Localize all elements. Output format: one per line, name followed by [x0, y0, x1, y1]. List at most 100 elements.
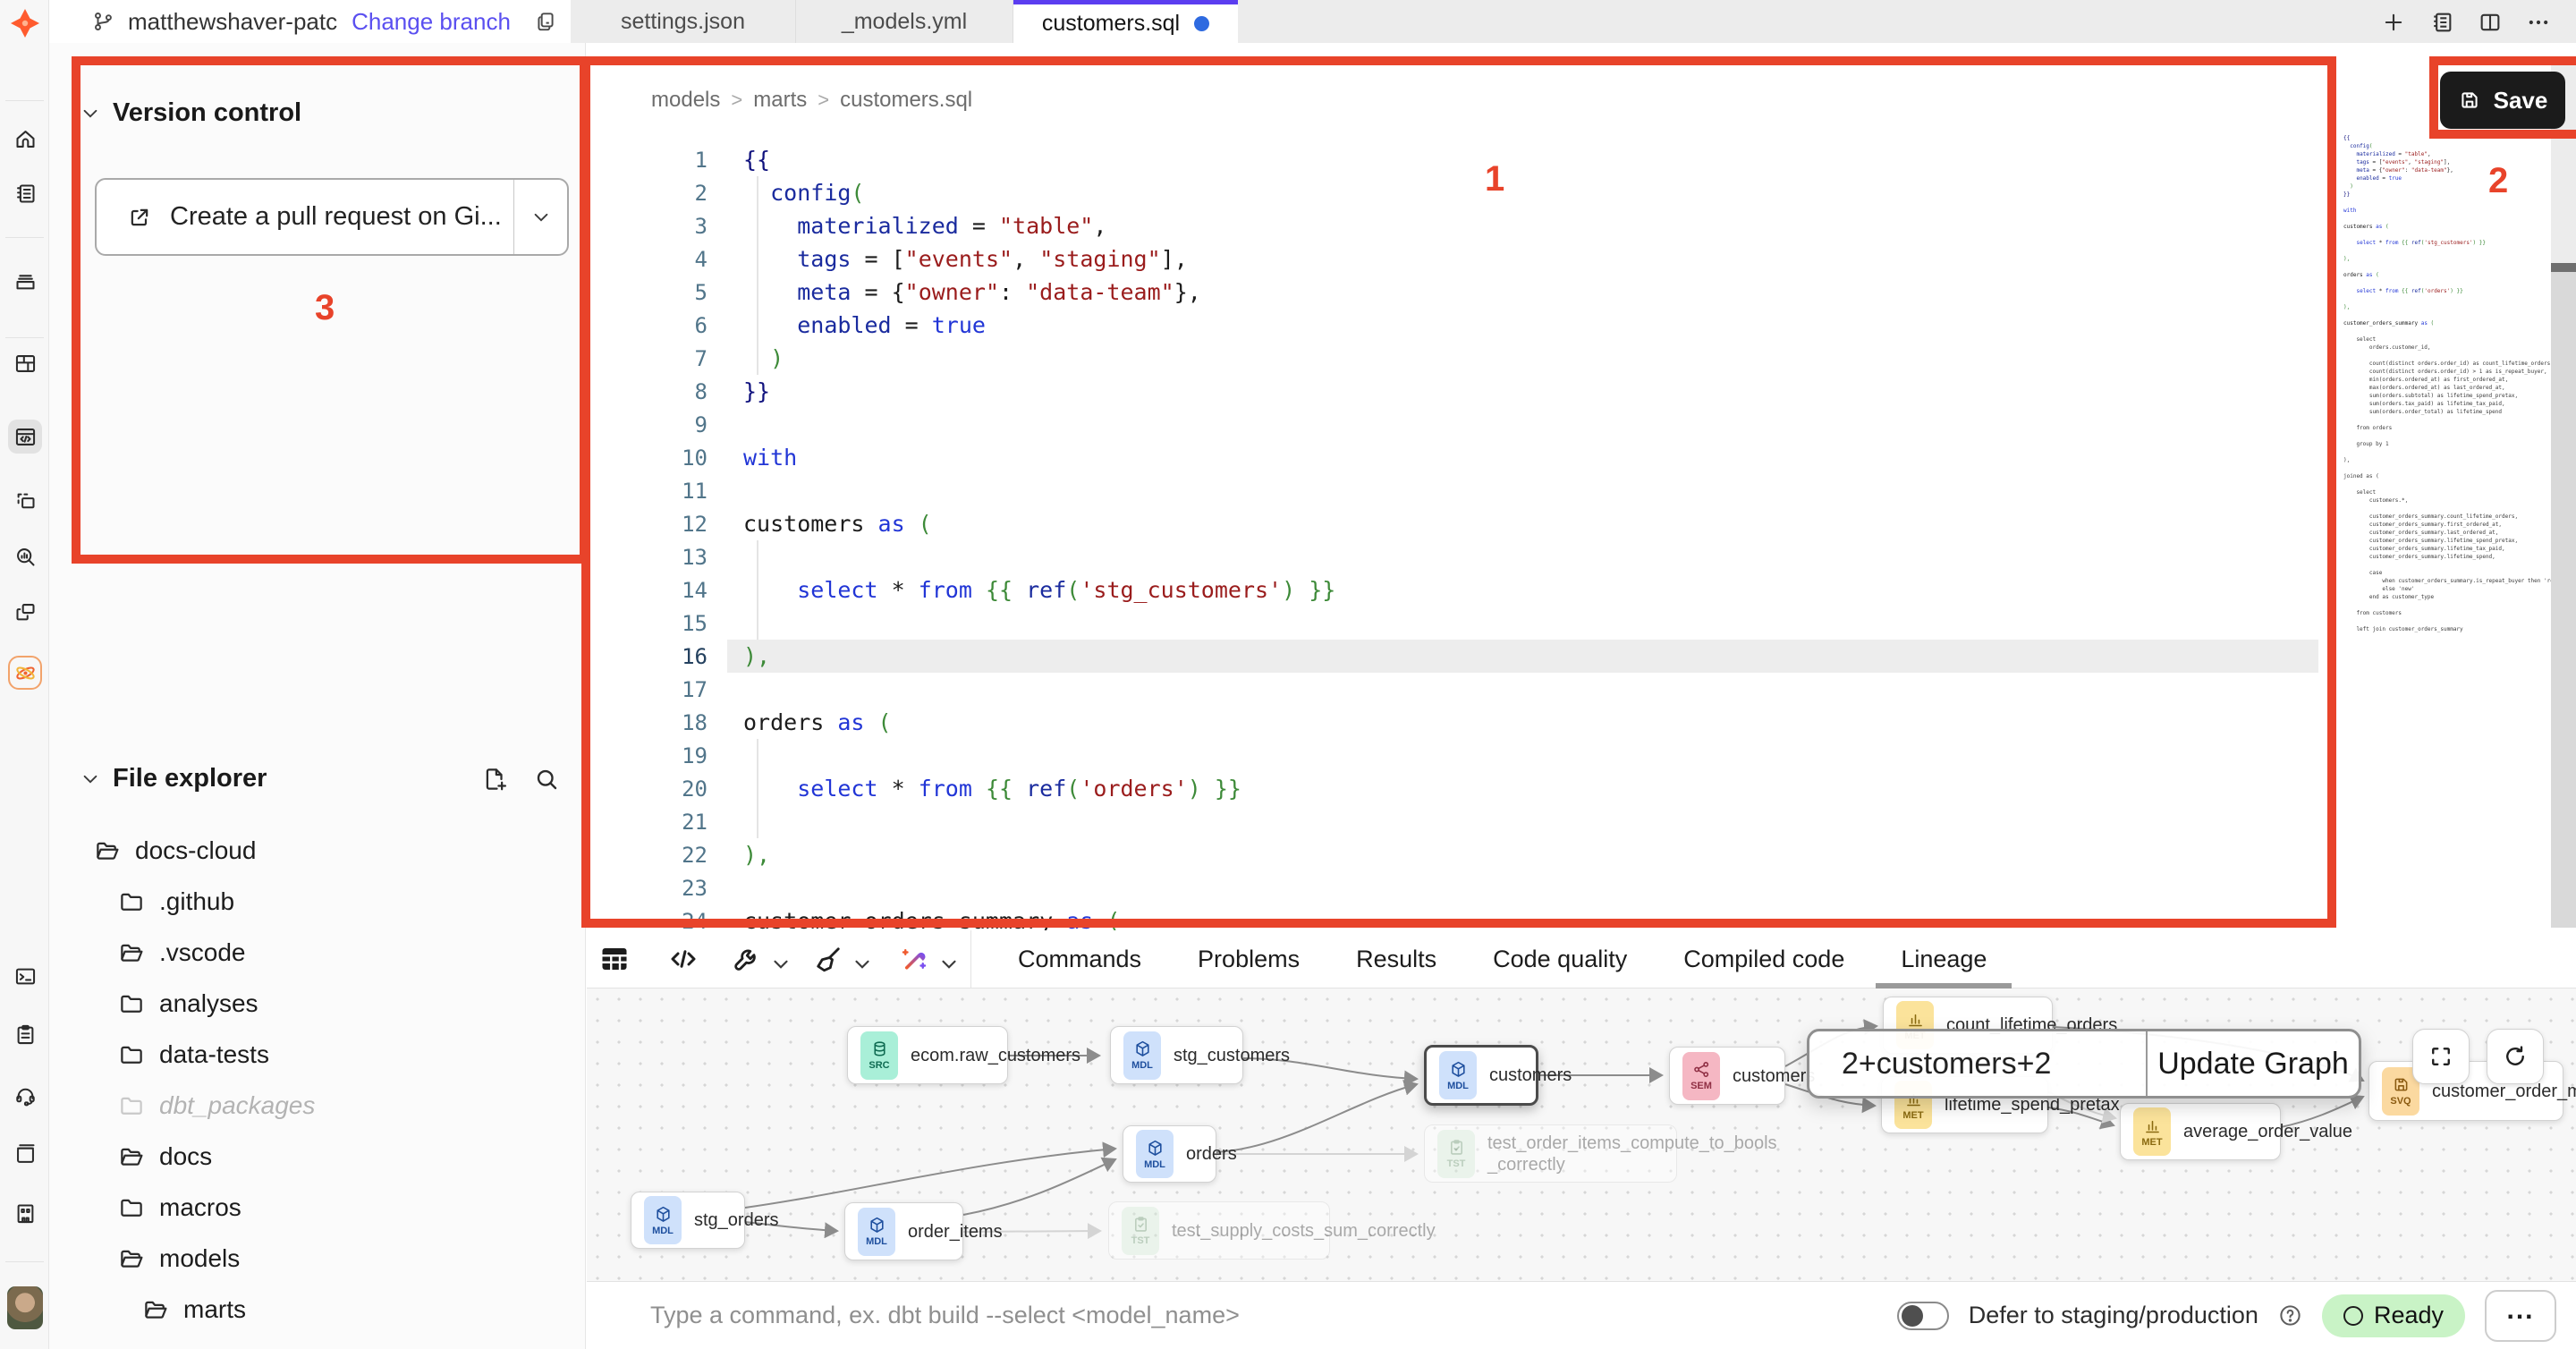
help-icon[interactable]: [2278, 1303, 2302, 1328]
bottom-tab-problems[interactable]: Problems: [1198, 930, 1300, 988]
update-graph-button[interactable]: Update Graph: [2146, 1031, 2359, 1096]
refresh-button[interactable]: [2487, 1029, 2544, 1084]
rail-item-home[interactable]: [8, 122, 42, 156]
bottom-tab-commands[interactable]: Commands: [1018, 930, 1141, 988]
bottom-tab-code-quality[interactable]: Code quality: [1493, 930, 1627, 988]
code-line[interactable]: 9: [587, 408, 2576, 441]
bottom-tab-results[interactable]: Results: [1356, 930, 1436, 988]
tree-item-data-tests[interactable]: data-tests: [118, 1035, 269, 1074]
code-line[interactable]: 18orders as (: [587, 706, 2576, 739]
save-button[interactable]: Save: [2440, 72, 2565, 129]
lineage-node-stg-orders[interactable]: MDLstg_orders: [631, 1192, 745, 1249]
lineage-node-test-order-items[interactable]: TSTtest_order_items_compute_to_bools_cor…: [1424, 1124, 1677, 1183]
rail-item-copilot[interactable]: [8, 656, 42, 690]
code-line[interactable]: 22),: [587, 838, 2576, 871]
tree-item-docs-cloud[interactable]: docs-cloud: [94, 831, 256, 870]
code-line[interactable]: 3 materialized = "table",: [587, 209, 2576, 242]
code-line[interactable]: 14 select * from {{ ref('stg_customers')…: [587, 573, 2576, 607]
command-input[interactable]: Type a command, ex. dbt build --select <…: [650, 1302, 1240, 1329]
new-file-icon[interactable]: [481, 766, 508, 793]
chevron-down-icon[interactable]: [769, 948, 792, 980]
code-line[interactable]: 16),: [587, 640, 2576, 673]
rail-item-organization[interactable]: [8, 1196, 42, 1230]
code-line[interactable]: 20 select * from {{ ref('orders') }}: [587, 772, 2576, 805]
code-line[interactable]: 21: [587, 805, 2576, 838]
notebook-panel-icon[interactable]: [2429, 10, 2454, 35]
code-line[interactable]: 13: [587, 540, 2576, 573]
more-options-icon[interactable]: [2526, 10, 2551, 35]
rail-item-clipboard[interactable]: [8, 1017, 42, 1051]
more-actions-button[interactable]: ...: [2485, 1290, 2556, 1342]
tree-item-dbt_packages[interactable]: dbt_packages: [118, 1086, 315, 1125]
lineage-node-order-items[interactable]: MDLorder_items: [844, 1202, 963, 1260]
code-line[interactable]: 15: [587, 607, 2576, 640]
lineage-node-ecom-raw-customers[interactable]: SRCecom.raw_customers: [847, 1026, 1008, 1084]
rail-item-docs-book[interactable]: [8, 1136, 42, 1170]
tree-item--github[interactable]: .github: [118, 882, 234, 921]
lineage-node-customers-semantic[interactable]: SEMcustomers: [1669, 1047, 1785, 1105]
code-line[interactable]: 5 meta = {"owner": "data-team"},: [587, 276, 2576, 309]
bottom-tab-compiled-code[interactable]: Compiled code: [1683, 930, 1844, 988]
version-control-header[interactable]: Version control: [80, 98, 301, 128]
rail-item-notebook[interactable]: [8, 176, 42, 210]
branch-name[interactable]: matthewshaver-patc: [128, 8, 337, 36]
rail-item-drawer[interactable]: [8, 264, 42, 298]
lineage-selector-input[interactable]: 2+customers+2: [1809, 1031, 2146, 1096]
tree-item-analyses[interactable]: analyses: [118, 984, 258, 1023]
file-explorer-header[interactable]: File explorer: [80, 764, 267, 793]
copy-icon[interactable]: [534, 10, 557, 33]
format-broom-icon[interactable]: [812, 943, 844, 975]
create-pr-dropdown-button[interactable]: [513, 180, 567, 254]
chevron-down-icon[interactable]: [851, 948, 874, 980]
tab-customers-sql[interactable]: customers.sql: [1013, 0, 1238, 43]
code-line[interactable]: 17: [587, 673, 2576, 706]
rail-item-frame[interactable]: [8, 484, 42, 518]
code-line[interactable]: 8}}: [587, 375, 2576, 408]
lineage-node-average-order-value[interactable]: METaverage_order_value: [2120, 1103, 2281, 1160]
tab-settings-json[interactable]: settings.json: [571, 0, 796, 43]
tree-item-docs[interactable]: docs: [118, 1137, 212, 1176]
code-line[interactable]: 11: [587, 474, 2576, 507]
defer-toggle[interactable]: [1897, 1302, 1949, 1330]
lineage-node-customers-model[interactable]: MDLcustomers: [1424, 1045, 1538, 1106]
change-branch-link[interactable]: Change branch: [352, 8, 511, 36]
magic-pen-icon[interactable]: [898, 943, 930, 975]
code-editor[interactable]: models>marts>customers.sql 1{{2 config(3…: [587, 43, 2576, 930]
chevron-down-icon[interactable]: [937, 948, 961, 980]
code-line[interactable]: 1{{: [587, 143, 2576, 176]
create-pr-button[interactable]: Create a pull request on Gi...: [97, 180, 513, 254]
code-line[interactable]: 19: [587, 739, 2576, 772]
code-line[interactable]: 12customers as (: [587, 507, 2576, 540]
rail-item-search-insights[interactable]: [8, 539, 42, 573]
lineage-node-orders[interactable]: MDLorders: [1123, 1125, 1216, 1183]
code-line[interactable]: 10with: [587, 441, 2576, 474]
lineage-node-stg-customers[interactable]: MDLstg_customers: [1110, 1026, 1243, 1084]
tree-item--vscode[interactable]: .vscode: [118, 933, 246, 972]
lineage-panel[interactable]: SRCecom.raw_customers MDLstg_customers MDL…: [587, 988, 2576, 1281]
build-wrench-icon[interactable]: [731, 943, 763, 975]
split-view-icon[interactable]: [2478, 10, 2503, 35]
dbt-logo-icon[interactable]: [11, 9, 39, 38]
lineage-node-test-supply-costs[interactable]: TSTtest_supply_costs_sum_correctly: [1108, 1201, 1330, 1260]
code-line[interactable]: 4 tags = ["events", "staging"],: [587, 242, 2576, 276]
rail-item-dashboard[interactable]: [8, 346, 42, 380]
preview-table-icon[interactable]: [598, 943, 631, 975]
rail-item-headset[interactable]: [8, 1078, 42, 1112]
code-line[interactable]: 6 enabled = true: [587, 309, 2576, 342]
tree-item-models[interactable]: models: [118, 1239, 240, 1278]
tree-item-macros[interactable]: macros: [118, 1188, 242, 1227]
tab-_models-yml[interactable]: _models.yml: [796, 0, 1013, 43]
new-tab-plus-icon[interactable]: [2381, 10, 2406, 35]
fullscreen-button[interactable]: [2412, 1029, 2470, 1084]
code-line[interactable]: 23: [587, 871, 2576, 904]
code-line[interactable]: 2 config(: [587, 176, 2576, 209]
rail-item-terminal[interactable]: [8, 959, 42, 993]
tree-item-marts[interactable]: marts: [142, 1290, 246, 1329]
user-avatar[interactable]: [7, 1286, 43, 1329]
rail-item-code-editor[interactable]: [8, 420, 42, 454]
editor-scrollbar[interactable]: [2551, 56, 2576, 928]
code-line[interactable]: 7 ): [587, 342, 2576, 375]
search-icon[interactable]: [533, 766, 560, 793]
code-icon[interactable]: [667, 943, 699, 975]
bottom-tab-lineage[interactable]: Lineage: [1901, 930, 1987, 988]
